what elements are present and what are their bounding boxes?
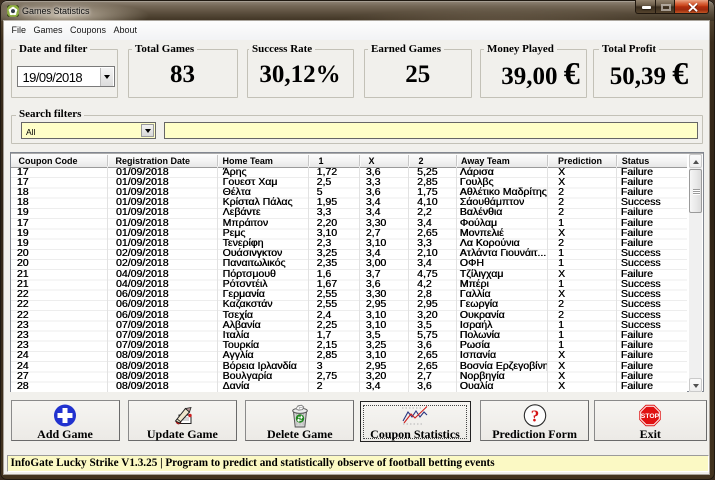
- svg-text:STOP: STOP: [641, 413, 660, 420]
- svg-text:?: ?: [530, 406, 539, 425]
